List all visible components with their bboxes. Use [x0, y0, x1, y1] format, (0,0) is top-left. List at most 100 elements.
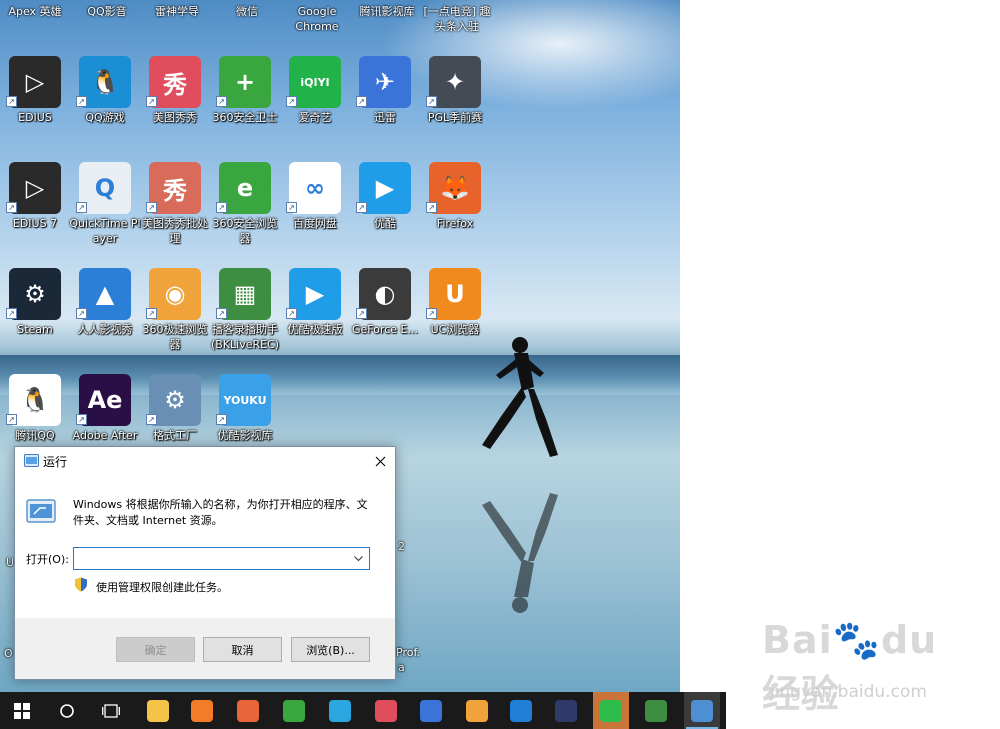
taskbar-button[interactable]	[140, 692, 176, 729]
desktop-icon-label: EDIUS 7	[12, 217, 58, 230]
taskbar-button[interactable]	[322, 692, 358, 729]
search-circle-icon	[56, 700, 78, 722]
desktop-shortcut[interactable]: Q ↗ QuickTime Player	[69, 160, 141, 266]
desktop-shortcut[interactable]: 🐧 ↗ QQ游戏	[70, 54, 140, 160]
desktop-icon-label: GeForce E...	[352, 323, 418, 336]
360-browser-icon	[283, 699, 305, 722]
shortcut-arrow-icon: ↗	[426, 308, 437, 319]
desktop-icon-label: 格式工厂	[153, 429, 197, 442]
game-app-icon	[329, 699, 351, 722]
desktop-icon-label[interactable]: [一点电竞] 趣头条入驻	[420, 4, 494, 34]
open-combobox[interactable]	[73, 547, 370, 570]
desktop-icon-label: QQ游戏	[85, 111, 125, 124]
run-dialog: 运行 Windows 将根据你所输入的名称，为你打开相应的程序、文件夹、文档或 …	[14, 446, 396, 680]
taskbar-button[interactable]	[593, 692, 629, 729]
run-app-icon	[691, 699, 713, 722]
desktop-icon-label[interactable]: 雷神学导	[140, 4, 214, 19]
desktop-icon-label: 爱奇艺	[298, 111, 332, 124]
taskbar-button[interactable]	[4, 692, 40, 729]
desktop-shortcut[interactable]: ▶ ↗ 优酷	[350, 160, 420, 266]
desktop-shortcut[interactable]: ▲ ↗ 人人影视秀	[70, 266, 140, 372]
window-app-icon	[466, 699, 488, 722]
taskbar-button[interactable]	[459, 692, 495, 729]
partial-label: a	[398, 661, 405, 674]
desktop-icon-label: Adobe After	[72, 429, 138, 442]
taskbar-button[interactable]	[548, 692, 584, 729]
desktop-shortcut[interactable]: iQIYI ↗ 爱奇艺	[280, 54, 350, 160]
shortcut-arrow-icon: ↗	[216, 96, 227, 107]
cancel-button[interactable]: 取消	[203, 637, 282, 662]
desktop-shortcut[interactable]: ▦ ↗ 播客录播助手(BKLiveREC)	[210, 266, 280, 372]
taskbar-button[interactable]	[276, 692, 312, 729]
desktop-icon-label[interactable]: Apex 英雄	[0, 4, 72, 19]
shortcut-arrow-icon: ↗	[216, 308, 227, 319]
desktop-icon-label: 360安全浏览器	[212, 217, 278, 245]
taskbar-button[interactable]	[638, 692, 674, 729]
desktop-icon-label[interactable]: QQ影音	[70, 4, 144, 19]
taskbar-button[interactable]	[368, 692, 404, 729]
shortcut-arrow-icon: ↗	[6, 308, 17, 319]
desktop-shortcut[interactable]: ◉ ↗ 360极速浏览器	[140, 266, 210, 372]
desktop-shortcut[interactable]: ∞ ↗ 百度网盘	[280, 160, 350, 266]
desktop-shortcut[interactable]: + ↗ 360安全卫士	[210, 54, 280, 160]
dialog-title-bar[interactable]: 运行	[15, 447, 395, 475]
shortcut-arrow-icon: ↗	[6, 202, 17, 213]
desktop-shortcut[interactable]: ✈ ↗ 迅雷	[350, 54, 420, 160]
taskbar-button[interactable]	[49, 692, 85, 729]
desktop-shortcut[interactable]: U ↗ UC浏览器	[420, 266, 490, 372]
desktop-icon-label[interactable]: Google Chrome	[280, 4, 354, 34]
browse-button[interactable]: 浏览(B)...	[291, 637, 370, 662]
desktop-shortcut[interactable]: 秀 ↗ 美图秀秀	[140, 54, 210, 160]
taskbar-button[interactable]	[413, 692, 449, 729]
taskbar-button[interactable]	[184, 692, 220, 729]
desktop-icon-label: 人人影视秀	[77, 323, 133, 336]
desktop-icon-label: 优酷影视库	[217, 429, 273, 442]
watermark-logo: Bai🐾du经验	[762, 618, 938, 716]
desktop-shortcut[interactable]: ◐ ↗ GeForce E...	[350, 266, 420, 372]
desktop-icon-label: 迅雷	[374, 111, 396, 124]
desktop-shortcut[interactable]: ✦ ↗ PGL季前赛	[420, 54, 490, 160]
desktop-icon-label: 优酷	[374, 217, 396, 230]
taskbar-button[interactable]	[230, 692, 266, 729]
shortcut-arrow-icon: ↗	[76, 414, 87, 425]
ok-button[interactable]: 确定	[116, 637, 195, 662]
desktop-icon-label: EDIUS	[18, 111, 52, 124]
chevron-down-icon	[353, 555, 363, 561]
open-input[interactable]	[74, 548, 344, 569]
rocket-app-icon	[555, 699, 577, 722]
close-button[interactable]	[365, 447, 395, 475]
desktop-shortcut[interactable]: ▷ ↗ EDIUS	[0, 54, 70, 160]
shortcut-arrow-icon: ↗	[6, 414, 17, 425]
wechat-icon	[600, 699, 622, 722]
desktop-icon-label: UC浏览器	[430, 323, 480, 336]
flash-app-icon	[191, 699, 213, 722]
shortcut-arrow-icon: ↗	[146, 96, 157, 107]
desktop-icon-label: PGL季前赛	[427, 111, 483, 124]
close-icon	[375, 456, 385, 466]
baidu-jingyan-watermark: Bai🐾du经验 jingyan.baidu.com	[762, 618, 962, 716]
taskbar-button[interactable]	[503, 692, 539, 729]
file-explorer-icon	[147, 699, 169, 722]
desktop-shortcut[interactable]: 秀 ↗ 美图秀秀批处理	[140, 160, 210, 266]
run-app-icon	[24, 454, 39, 467]
desktop-icon-label[interactable]: 微信	[210, 4, 284, 19]
desktop-icon-label: QuickTime Player	[69, 217, 141, 245]
shortcut-arrow-icon: ↗	[426, 96, 437, 107]
desktop-icon-label: 优酷极速版	[287, 323, 343, 336]
shortcut-arrow-icon: ↗	[6, 96, 17, 107]
desktop-shortcut[interactable]: ▷ ↗ EDIUS 7	[0, 160, 70, 266]
taskbar-button[interactable]	[684, 692, 720, 729]
dialog-title: 运行	[43, 455, 68, 469]
desktop-shortcut[interactable]: ▶ ↗ 优酷极速版	[280, 266, 350, 372]
shortcut-arrow-icon: ↗	[426, 202, 437, 213]
open-label: 打开(O):	[26, 553, 69, 566]
dropdown-button[interactable]	[349, 550, 367, 567]
desktop-shortcut[interactable]: e ↗ 360安全浏览器	[210, 160, 280, 266]
taskbar-button[interactable]	[93, 692, 129, 729]
desktop-icon-label[interactable]: 腾讯影视库	[350, 4, 424, 19]
uac-shield-icon	[75, 577, 87, 592]
desktop-icon-label: 美图秀秀	[153, 111, 197, 124]
meitu-icon	[375, 699, 397, 722]
desktop-shortcut[interactable]: ⚙ ↗ Steam	[0, 266, 70, 372]
desktop-shortcut[interactable]: 🦊 ↗ Firefox	[420, 160, 490, 266]
